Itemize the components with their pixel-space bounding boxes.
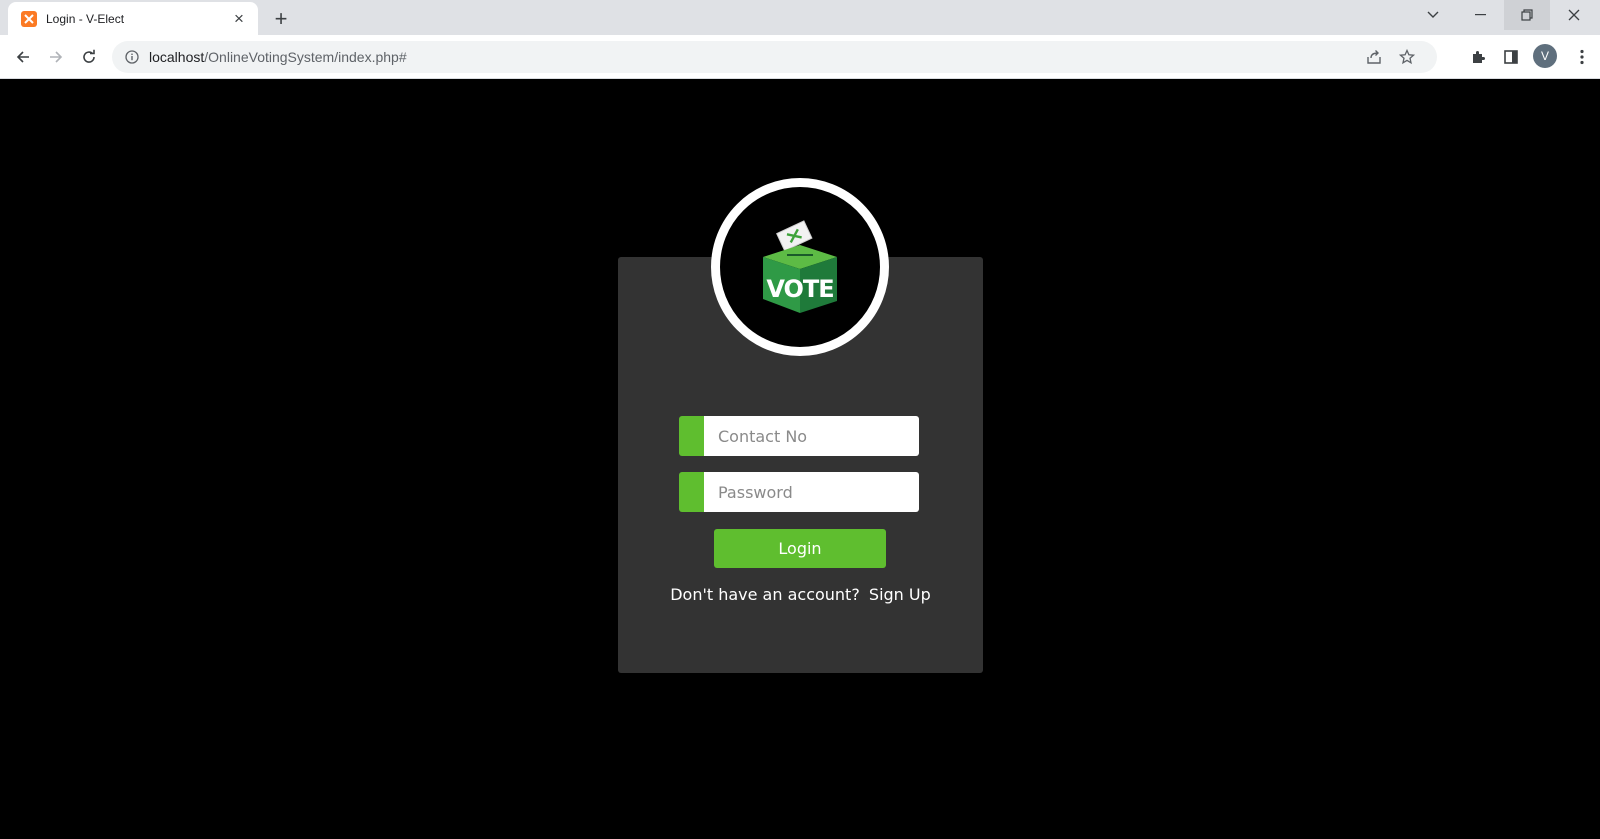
no-account-text: Don't have an account? bbox=[670, 585, 860, 604]
logo-text: VOTE bbox=[766, 275, 833, 303]
tab-search-icon[interactable] bbox=[1410, 0, 1456, 30]
password-field bbox=[679, 472, 919, 512]
browser-tab[interactable]: Login - V-Elect × bbox=[8, 2, 258, 35]
back-icon[interactable] bbox=[9, 43, 37, 71]
xampp-icon bbox=[21, 10, 37, 27]
browser-tab-strip: Login - V-Elect × + bbox=[0, 0, 1600, 35]
side-panel-icon[interactable] bbox=[1501, 47, 1521, 67]
browser-toolbar: localhost/OnlineVotingSystem/index.php# … bbox=[0, 35, 1600, 79]
page-body: VOTE Login Don't have an account? Sign U… bbox=[0, 80, 1600, 839]
password-input[interactable] bbox=[704, 472, 919, 512]
address-bar[interactable]: localhost/OnlineVotingSystem/index.php# bbox=[112, 41, 1437, 73]
bookmark-star-icon[interactable] bbox=[1397, 47, 1417, 67]
extensions-icon[interactable] bbox=[1468, 47, 1488, 67]
url-text: localhost/OnlineVotingSystem/index.php# bbox=[149, 49, 407, 65]
profile-avatar[interactable]: V bbox=[1533, 44, 1557, 68]
reload-icon[interactable] bbox=[75, 43, 103, 71]
signup-link[interactable]: Sign Up bbox=[869, 585, 931, 604]
close-tab-icon[interactable]: × bbox=[230, 10, 248, 28]
signup-prompt: Don't have an account? Sign Up bbox=[618, 585, 983, 604]
contact-field bbox=[679, 416, 919, 456]
new-tab-icon[interactable]: + bbox=[268, 6, 294, 32]
info-icon[interactable] bbox=[124, 49, 140, 65]
vote-logo: VOTE bbox=[711, 178, 889, 356]
menu-kebab-icon[interactable] bbox=[1572, 47, 1592, 67]
restore-icon[interactable] bbox=[1504, 0, 1550, 30]
contact-input[interactable] bbox=[704, 416, 919, 456]
tab-title: Login - V-Elect bbox=[46, 11, 125, 26]
forward-icon[interactable] bbox=[42, 43, 70, 71]
url-path: /OnlineVotingSystem/index.php# bbox=[204, 49, 407, 65]
login-button[interactable]: Login bbox=[714, 529, 886, 568]
minimize-icon[interactable] bbox=[1457, 0, 1503, 30]
close-window-icon[interactable] bbox=[1551, 0, 1597, 30]
share-icon[interactable] bbox=[1364, 47, 1384, 67]
url-host: localhost bbox=[149, 49, 205, 65]
ballot-box-icon: VOTE bbox=[763, 220, 837, 313]
